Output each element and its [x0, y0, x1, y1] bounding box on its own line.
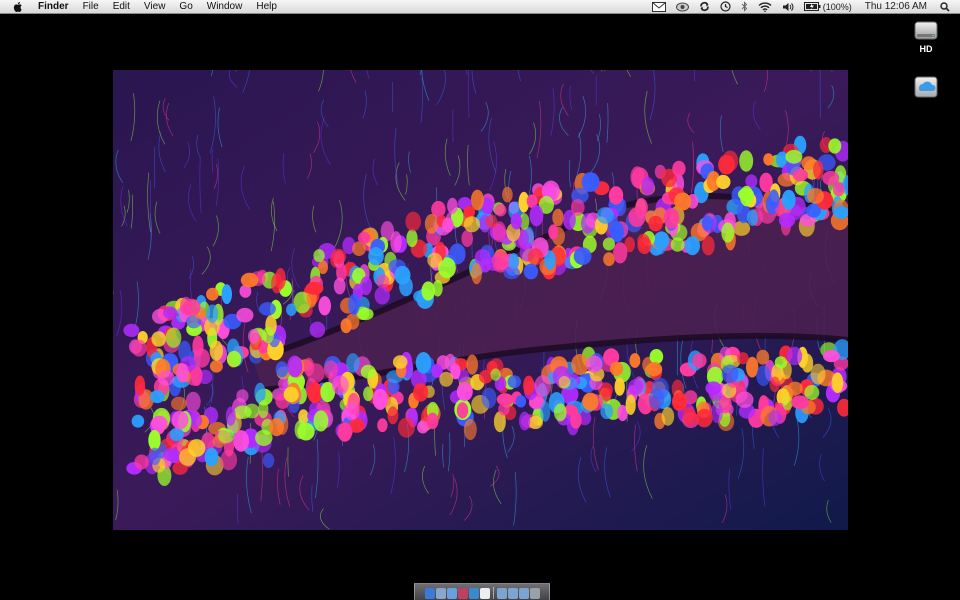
menu-file[interactable]: File — [76, 0, 106, 14]
menu-app-name[interactable]: Finder — [34, 0, 76, 14]
app-store-icon[interactable] — [468, 588, 479, 599]
mail-app-icon[interactable] — [435, 588, 446, 599]
folder-icon[interactable] — [496, 588, 507, 599]
trash-icon[interactable] — [529, 588, 540, 599]
finder-icon[interactable] — [424, 588, 435, 599]
mail-icon[interactable] — [647, 0, 671, 14]
x11-icon[interactable] — [479, 588, 490, 599]
desktop-icon-idisk[interactable] — [906, 74, 946, 102]
battery-percent: (100%) — [822, 1, 852, 12]
menu-edit[interactable]: Edit — [106, 0, 137, 14]
eye-icon[interactable] — [671, 0, 694, 14]
menu-go[interactable]: Go — [172, 0, 199, 14]
wifi-icon[interactable] — [753, 0, 777, 14]
spotlight-search-icon[interactable] — [935, 0, 960, 14]
desktop-icon-hd[interactable]: HD — [906, 18, 946, 54]
battery-icon[interactable]: (100%) — [799, 0, 857, 14]
bluetooth-icon[interactable] — [736, 0, 753, 14]
sync-icon[interactable] — [694, 0, 715, 14]
menu-window[interactable]: Window — [200, 0, 250, 14]
folder-icon[interactable] — [518, 588, 529, 599]
volume-icon[interactable] — [777, 0, 799, 14]
safari-icon[interactable] — [446, 588, 457, 599]
menu-bar: Finder File Edit View Go Window Help (10… — [0, 0, 960, 14]
dock-separator — [492, 587, 494, 599]
idisk-icon — [914, 76, 938, 98]
folder-icon[interactable] — [507, 588, 518, 599]
menu-help[interactable]: Help — [249, 0, 284, 14]
desktop-icon-label: HD — [919, 44, 933, 54]
microscopy-neurons-image — [113, 70, 848, 530]
menu-clock[interactable]: Thu 12:06 AM — [857, 0, 935, 14]
time-machine-icon[interactable] — [715, 0, 736, 14]
itunes-icon[interactable] — [457, 588, 468, 599]
hard-drive-icon — [914, 21, 938, 40]
apple-logo-icon[interactable] — [12, 1, 24, 13]
dock — [414, 583, 550, 600]
menu-view[interactable]: View — [137, 0, 173, 14]
